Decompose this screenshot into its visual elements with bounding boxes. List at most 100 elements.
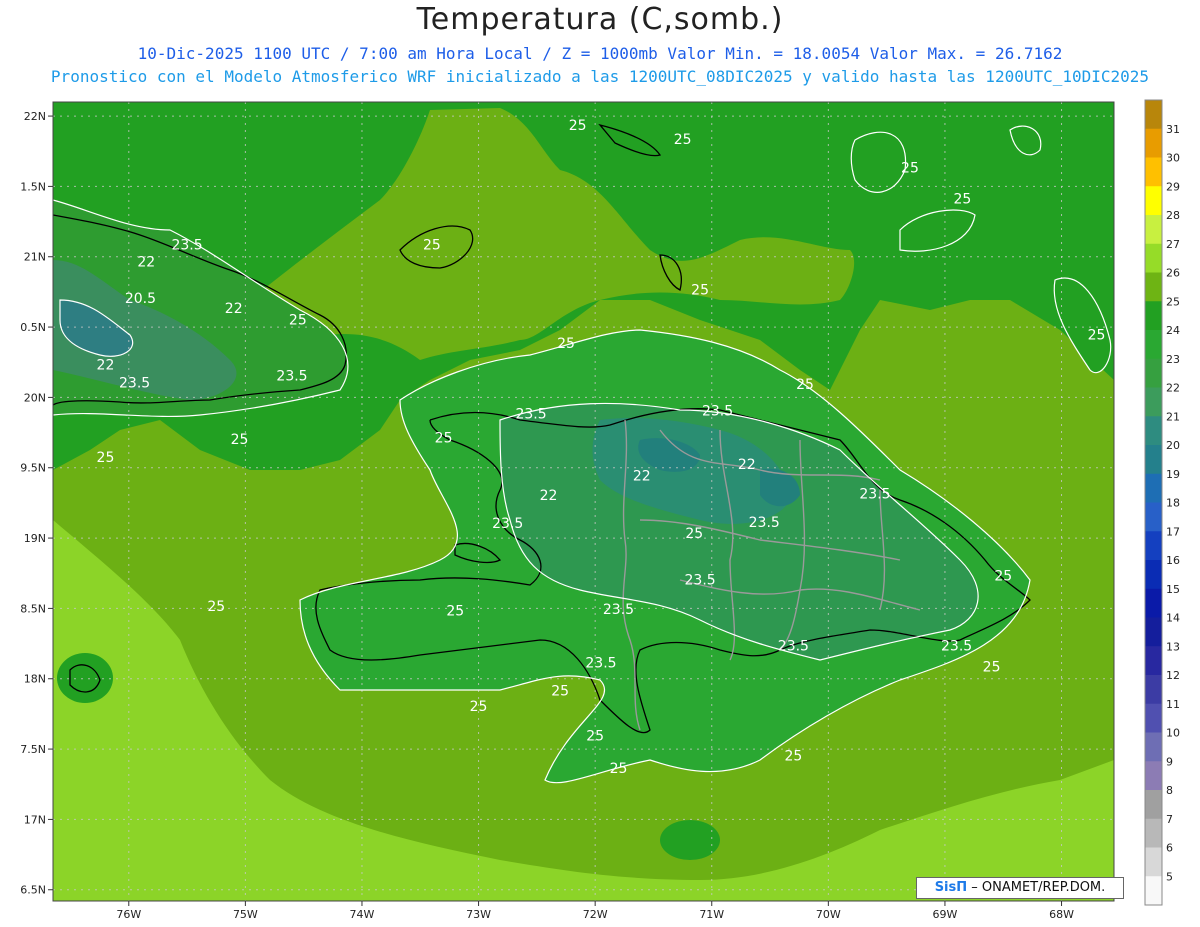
contour-label: 25 [231,432,249,448]
contour-label: 23.5 [171,238,202,254]
colorbar-label: 13 [1166,640,1180,653]
valid-time-line: 10-Dic-2025 1100 UTC / 7:00 am Hora Loca… [137,44,1063,63]
contour-label: 25 [551,684,569,700]
contour-label: 20.5 [125,291,156,307]
contour-label: 25 [784,748,802,764]
map-title: Temperatura (C,somb.) [416,2,784,37]
colorbar-label: 23 [1166,353,1180,366]
colorbar-segment [1145,847,1162,877]
colorbar-segment [1145,416,1162,446]
contour-label: 23.5 [778,639,809,655]
contour-label: 23.5 [276,369,307,385]
colorbar-label: 28 [1166,209,1180,222]
contour-label: 25 [796,377,814,393]
contour-label: 22 [633,468,651,484]
contour-label: 25 [674,132,692,148]
latitude-axis: 22N 1.5N 21N 0.5N 20N 9.5N 19N 8.5N 18N 7.5N 17N 6.… [20,110,53,897]
lon-tick-label: 68W [1049,908,1074,921]
colorbar-segment [1145,502,1162,532]
contour-label: 22 [225,301,243,317]
contour-label: 23.5 [515,407,546,423]
colorbar-segment [1145,818,1162,848]
colorbar-label: 31 [1166,123,1180,136]
contour-label: 23.5 [603,602,634,618]
colorbar-label: 24 [1166,324,1180,337]
colorbar-label: 6 [1166,842,1173,855]
lat-tick-label: 18N [24,673,46,686]
lon-tick-label: 75W [233,908,258,921]
colorbar-label: 17 [1166,525,1180,538]
colorbar-segment [1145,876,1162,906]
colorbar-segment [1145,215,1162,245]
contour-label: 23.5 [859,487,890,503]
lon-tick-label: 72W [583,908,608,921]
contour-label: 25 [97,450,115,466]
colorbar-label: 14 [1166,612,1180,625]
contour-label: 25 [289,312,307,328]
band-24-jamaica [57,653,113,703]
colorbar-label: 25 [1166,295,1180,308]
lon-tick-label: 74W [350,908,375,921]
contour-label: 25 [423,238,441,254]
colorbar-label: 15 [1166,583,1180,596]
contour-label: 23.5 [585,655,616,671]
colorbar-segment [1145,157,1162,187]
lat-tick-label: 19N [24,532,46,545]
colorbar-label: 16 [1166,554,1180,567]
colorbar-segment [1145,761,1162,791]
lat-tick-label: 21N [24,251,46,264]
model-info-line: Pronostico con el Modelo Atmosferico WRF… [50,67,1150,86]
credit-text: – ONAMET/REP.DOM. [971,880,1106,895]
colorbar-segment [1145,732,1162,762]
contour-label: 25 [610,761,628,777]
colorbar-segment [1145,531,1162,561]
lat-tick-label: 17N [24,813,46,826]
contour-label: 25 [954,191,972,207]
sispi-logo: SisΠ [934,880,968,895]
contour-label: 22 [738,457,756,473]
colorbar-label: 19 [1166,468,1180,481]
lon-tick-label: 69W [933,908,958,921]
contour-label: 23.5 [749,515,780,531]
colorbar-label: 27 [1166,238,1180,251]
longitude-axis: 76W 75W 74W 73W 72W 71W 70W 69W 68W [116,901,1074,921]
contour-label: 23.5 [685,572,716,588]
contour-label: 23.5 [119,376,150,392]
colorbar-label: 12 [1166,669,1180,682]
lon-tick-label: 76W [116,908,141,921]
colorbar-segment [1145,330,1162,360]
colorbar-segment [1145,560,1162,590]
colorbar-label: 20 [1166,439,1180,452]
temperature-map: 25 25 25 25 25 25 23.5 22 20.5 22 25 25 25 22 23.5 23.5… [20,99,1180,921]
colorbar-label: 26 [1166,267,1180,280]
colorbar: 31 30 29 28 27 26 25 24 23 22 21 20 19 18 17 16 15 14 13 12… [1144,99,1180,906]
colorbar-segment [1145,703,1162,733]
colorbar-label: 5 [1166,870,1173,883]
contour-label: 23.5 [941,639,972,655]
contour-label: 25 [569,118,587,134]
colorbar-label: 21 [1166,410,1180,423]
colorbar-label: 18 [1166,497,1180,510]
colorbar-segment [1145,100,1162,130]
lon-tick-label: 73W [466,908,491,921]
colorbar-segment [1145,617,1162,647]
contour-label: 25 [446,603,464,619]
lat-tick-label: 7.5N [20,743,46,756]
colorbar-segment [1145,675,1162,705]
contour-label: 22 [540,488,558,504]
colorbar-label: 29 [1166,180,1180,193]
colorbar-label: 8 [1166,784,1173,797]
lat-tick-label: 22N [24,110,46,123]
colorbar-segment [1145,387,1162,417]
contour-label: 25 [901,160,919,176]
contour-label: 25 [994,568,1012,584]
contour-label: 25 [685,526,703,542]
colorbar-segment [1145,301,1162,331]
colorbar-segment [1145,358,1162,388]
credit-box: SisΠ – ONAMET/REP.DOM. [916,877,1124,899]
colorbar-label: 9 [1166,755,1173,768]
contour-label: 25 [691,283,709,299]
contour-label: 25 [983,660,1001,676]
contour-label: 25 [435,430,453,446]
colorbar-label: 22 [1166,382,1180,395]
